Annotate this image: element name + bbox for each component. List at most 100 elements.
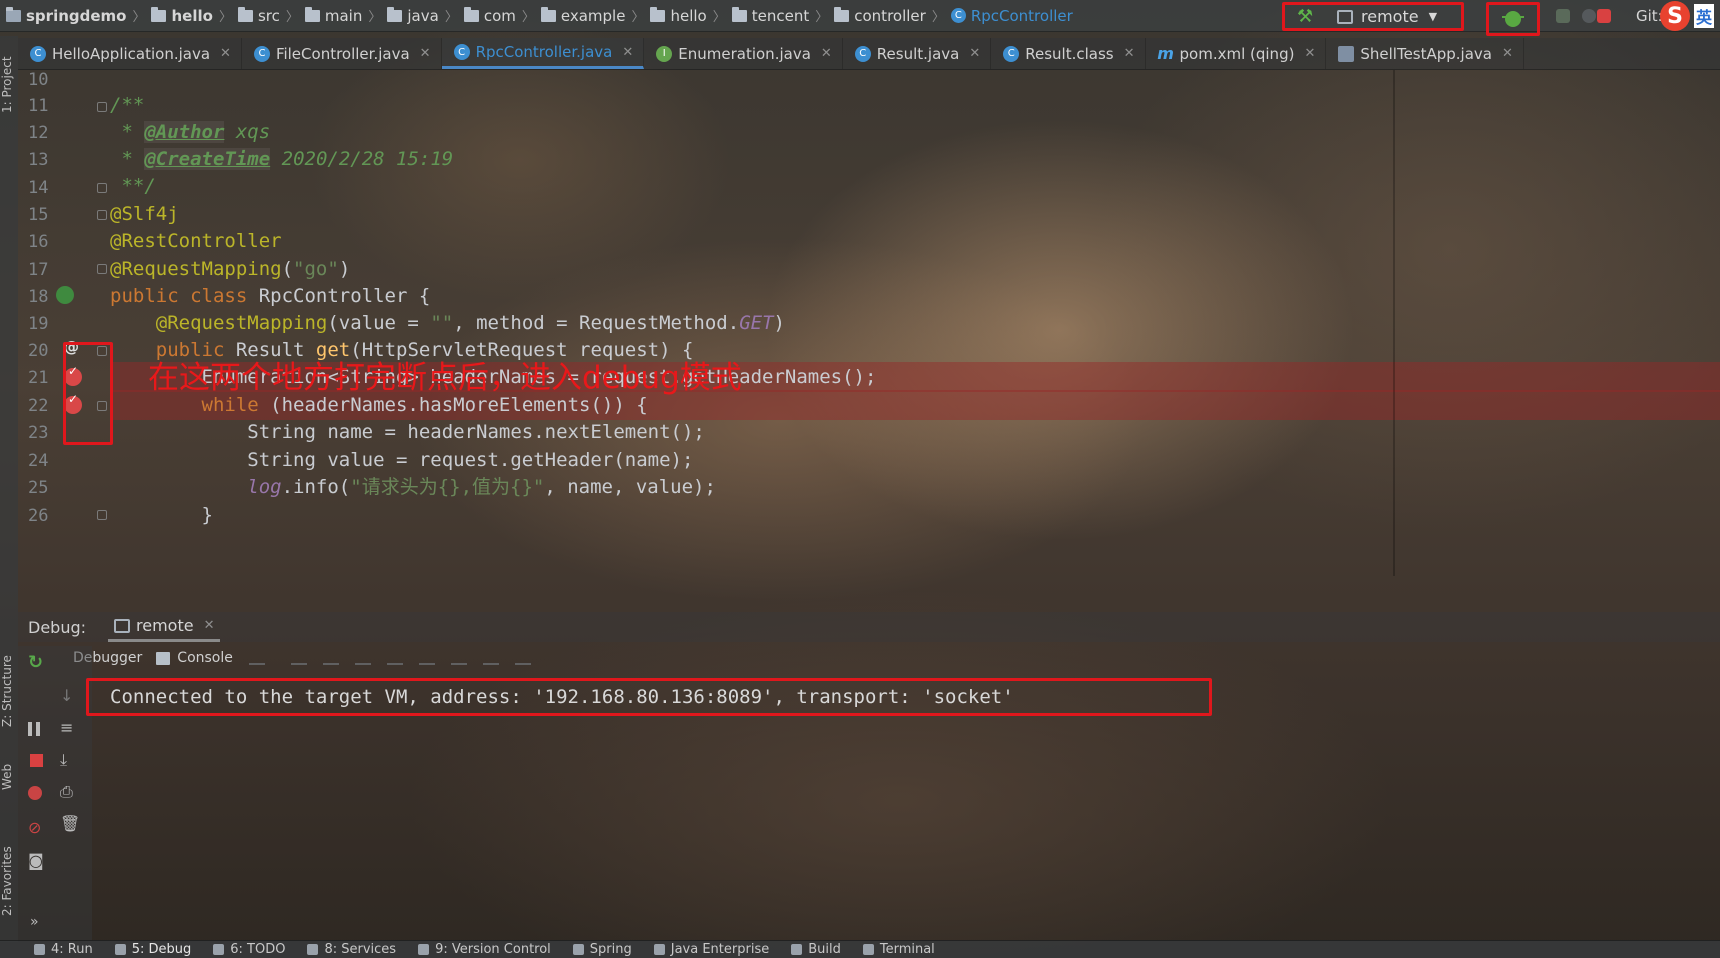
breadcrumb-item[interactable]: hello — [151, 6, 213, 25]
close-icon[interactable]: ✕ — [220, 46, 231, 61]
fold-marker-icon[interactable] — [97, 510, 107, 520]
tool-tab-debug[interactable]: 5: Debug — [114, 942, 191, 957]
vcs-icon — [418, 944, 430, 955]
spring-bean-icon[interactable] — [56, 286, 74, 304]
compiled-class-icon: C — [1003, 45, 1020, 62]
close-icon[interactable]: ✕ — [1124, 46, 1135, 61]
git-label[interactable]: Git: — [1636, 7, 1663, 25]
fold-marker-icon[interactable] — [97, 102, 107, 112]
folder-icon — [731, 6, 747, 22]
fold-marker-icon[interactable] — [97, 264, 107, 274]
close-icon[interactable]: ✕ — [622, 45, 633, 60]
line-number: 24 — [28, 451, 49, 471]
tool-tab-run[interactable]: 4: Run — [34, 942, 93, 957]
breadcrumb-item[interactable]: controller — [834, 6, 926, 25]
view-breakpoints-icon[interactable] — [28, 786, 42, 800]
tab-enumeration[interactable]: I Enumeration.java ✕ — [644, 38, 843, 69]
debug-button[interactable] — [1486, 2, 1540, 36]
tool-tab-terminal[interactable]: Terminal — [862, 942, 935, 957]
remote-config-icon — [1337, 9, 1353, 24]
ime-language-label: 英 — [1694, 4, 1715, 28]
bug-icon — [1502, 11, 1524, 27]
close-icon[interactable]: ✕ — [420, 46, 431, 61]
tab-shell-test-app[interactable]: ShellTestApp.java ✕ — [1326, 38, 1524, 69]
arrow-down-icon[interactable]: ↓ — [60, 686, 78, 705]
tab-file-controller[interactable]: C FileController.java ✕ — [242, 38, 442, 69]
breadcrumb-item[interactable]: springdemo — [6, 6, 126, 25]
tool-tab-spring[interactable]: Spring — [572, 942, 632, 957]
evaluate-icon[interactable] — [482, 651, 499, 665]
fold-marker-icon[interactable] — [97, 183, 107, 193]
soft-wrap-icon[interactable]: ≡ — [60, 718, 78, 737]
code-editor[interactable]: 10 11 12 13 14 15 16 17 18 19 20 21 22 2… — [18, 70, 1720, 580]
profile-icon[interactable] — [1582, 9, 1596, 23]
project-tool-tab[interactable]: 1: Project — [0, 40, 18, 130]
console-icon — [156, 651, 171, 665]
favorites-tool-tab[interactable]: 2: Favorites — [0, 826, 18, 936]
close-icon[interactable]: ✕ — [1502, 46, 1513, 61]
breadcrumb-item[interactable]: hello — [650, 6, 707, 25]
tab-hello-application[interactable]: C HelloApplication.java ✕ — [18, 38, 242, 69]
step-over-icon[interactable] — [290, 651, 307, 665]
tab-console[interactable]: Console — [156, 650, 233, 666]
breadcrumb-item[interactable]: java — [387, 6, 439, 25]
close-icon[interactable]: ✕ — [204, 618, 215, 633]
stop-icon[interactable] — [1597, 9, 1611, 23]
tool-tab-java-enterprise[interactable]: Java Enterprise — [653, 942, 769, 957]
tool-tab-todo[interactable]: 6: TODO — [213, 942, 285, 957]
step-into-icon[interactable] — [322, 651, 339, 665]
build-hammer-icon[interactable]: ⚒ — [1297, 6, 1319, 27]
camera-icon[interactable]: ◙ — [28, 851, 46, 870]
web-tool-tab[interactable]: Web — [0, 754, 18, 800]
tab-pom-xml[interactable]: m pom.xml (qing) ✕ — [1146, 38, 1327, 69]
print-icon[interactable]: ⎙ — [60, 782, 78, 801]
close-icon[interactable]: ✕ — [1304, 46, 1315, 61]
code-line: * @Author xqs — [110, 121, 271, 143]
stop-icon[interactable] — [30, 754, 43, 767]
tab-result-class[interactable]: C Result.class ✕ — [991, 38, 1146, 69]
close-icon[interactable]: ✕ — [969, 46, 980, 61]
mute-breakpoints-icon[interactable]: ⊘ — [28, 818, 46, 837]
breadcrumb-item[interactable]: src — [237, 6, 280, 25]
step-out-icon[interactable] — [386, 651, 403, 665]
trace-icon[interactable] — [514, 651, 531, 665]
expand-icon[interactable]: » — [30, 914, 48, 932]
line-number: 15 — [28, 205, 49, 225]
chevron-down-icon[interactable]: ▼ — [1429, 10, 1437, 23]
tab-rpc-controller[interactable]: C RpcController.java ✕ — [441, 38, 645, 69]
line-number: 16 — [28, 232, 49, 252]
ime-indicator[interactable]: S 英 — [1660, 0, 1720, 32]
breadcrumb-item[interactable]: com — [463, 6, 516, 25]
line-number: 17 — [28, 260, 49, 280]
tool-tab-build[interactable]: Build — [791, 942, 841, 957]
maven-icon: m — [1157, 44, 1174, 63]
rerun-icon[interactable]: ↻ — [28, 652, 46, 673]
debug-label: Debug: — [28, 617, 87, 637]
fold-marker-icon[interactable] — [97, 210, 107, 220]
chevron-right-icon: 〉 — [521, 10, 535, 25]
scroll-to-end-icon[interactable]: ⤓ — [60, 750, 78, 769]
debug-session-tab[interactable]: remote ✕ — [108, 612, 221, 642]
tool-tab-services[interactable]: 8: Services — [307, 942, 396, 957]
trash-icon[interactable]: 🗑 — [60, 814, 80, 833]
run-config-select[interactable]: remote — [1361, 7, 1419, 26]
close-icon[interactable]: ✕ — [821, 46, 832, 61]
force-step-into-icon[interactable] — [354, 651, 371, 665]
breadcrumb-item[interactable]: C RpcController — [950, 7, 1073, 25]
pause-icon[interactable] — [28, 722, 40, 736]
breadcrumb-item[interactable]: main — [304, 6, 362, 25]
structure-tool-tab[interactable]: Z: Structure — [0, 636, 18, 746]
tab-result-java[interactable]: C Result.java ✕ — [843, 38, 992, 69]
drop-frame-icon[interactable] — [418, 651, 435, 665]
tool-tab-version-control[interactable]: 9: Version Control — [418, 942, 551, 957]
menu-icon[interactable] — [248, 651, 265, 665]
debug-panel-header: Debug: remote ✕ — [18, 612, 1720, 642]
line-number: 20 — [28, 341, 49, 361]
code-line: @RestController — [110, 230, 282, 252]
run-to-cursor-icon[interactable] — [450, 651, 467, 665]
breadcrumb-item[interactable]: tencent — [731, 6, 809, 25]
breadcrumb-item[interactable]: example — [540, 6, 625, 25]
coverage-icon[interactable] — [1556, 9, 1570, 23]
editor-gutter[interactable]: 10 11 12 13 14 15 16 17 18 19 20 21 22 2… — [18, 70, 113, 580]
chevron-right-icon: 〉 — [815, 10, 829, 25]
